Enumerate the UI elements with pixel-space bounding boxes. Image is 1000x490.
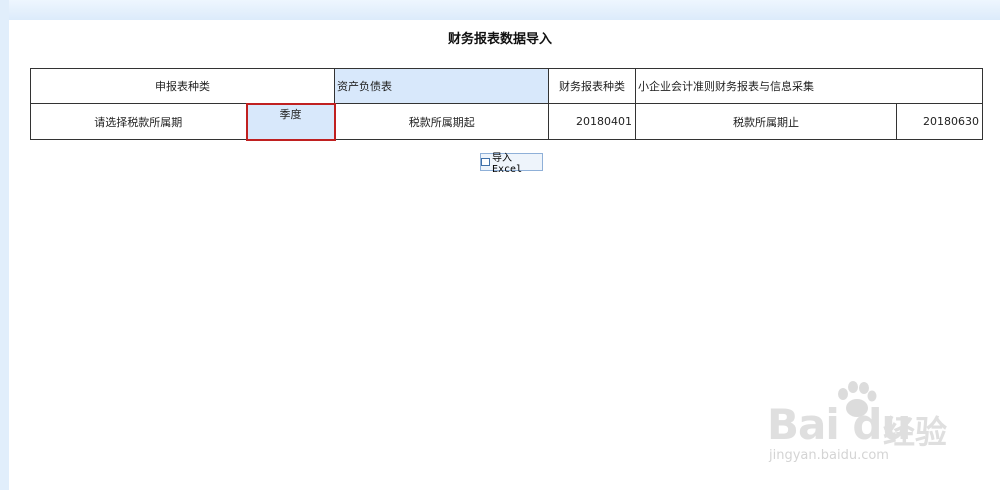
import-excel-label: 导入Excel [491, 153, 523, 175]
report-type-label: 申报表种类 [30, 68, 335, 104]
report-type-select[interactable]: 资产负债表 [334, 68, 549, 104]
period-start-label: 税款所属期起 [334, 103, 549, 140]
left-frame-bar [0, 0, 9, 490]
watermark-url: jingyan.baidu.com [769, 448, 889, 463]
period-end-field[interactable]: 20180630 [896, 103, 983, 140]
form-row-report-type: 申报表种类 资产负债表 财务报表种类 小企业会计准则财务报表与信息采集 [30, 68, 983, 104]
tax-period-select[interactable]: 季度 [245, 102, 336, 141]
tax-period-label: 请选择税款所属期 [30, 103, 247, 140]
fin-report-type-label: 财务报表种类 [548, 68, 636, 104]
import-icon [481, 158, 490, 166]
form-row-tax-period: 请选择税款所属期 季度 税款所属期起 20180401 税款所属期止 20180… [30, 102, 983, 141]
import-excel-button[interactable]: 导入Excel [480, 153, 543, 175]
top-frame-bar [0, 0, 1000, 20]
watermark-cn: 经验 [883, 413, 948, 451]
baidu-jingyan-watermark: Bai du 经验 jingyan.baidu.com [763, 380, 953, 470]
import-form-table: 申报表种类 资产负债表 财务报表种类 小企业会计准则财务报表与信息采集 请选择税… [30, 68, 983, 141]
page-title: 财务报表数据导入 [447, 32, 552, 47]
period-end-label: 税款所属期止 [635, 103, 897, 140]
period-start-field[interactable]: 20180401 [548, 103, 636, 140]
fin-report-type-value[interactable]: 小企业会计准则财务报表与信息采集 [635, 68, 983, 104]
